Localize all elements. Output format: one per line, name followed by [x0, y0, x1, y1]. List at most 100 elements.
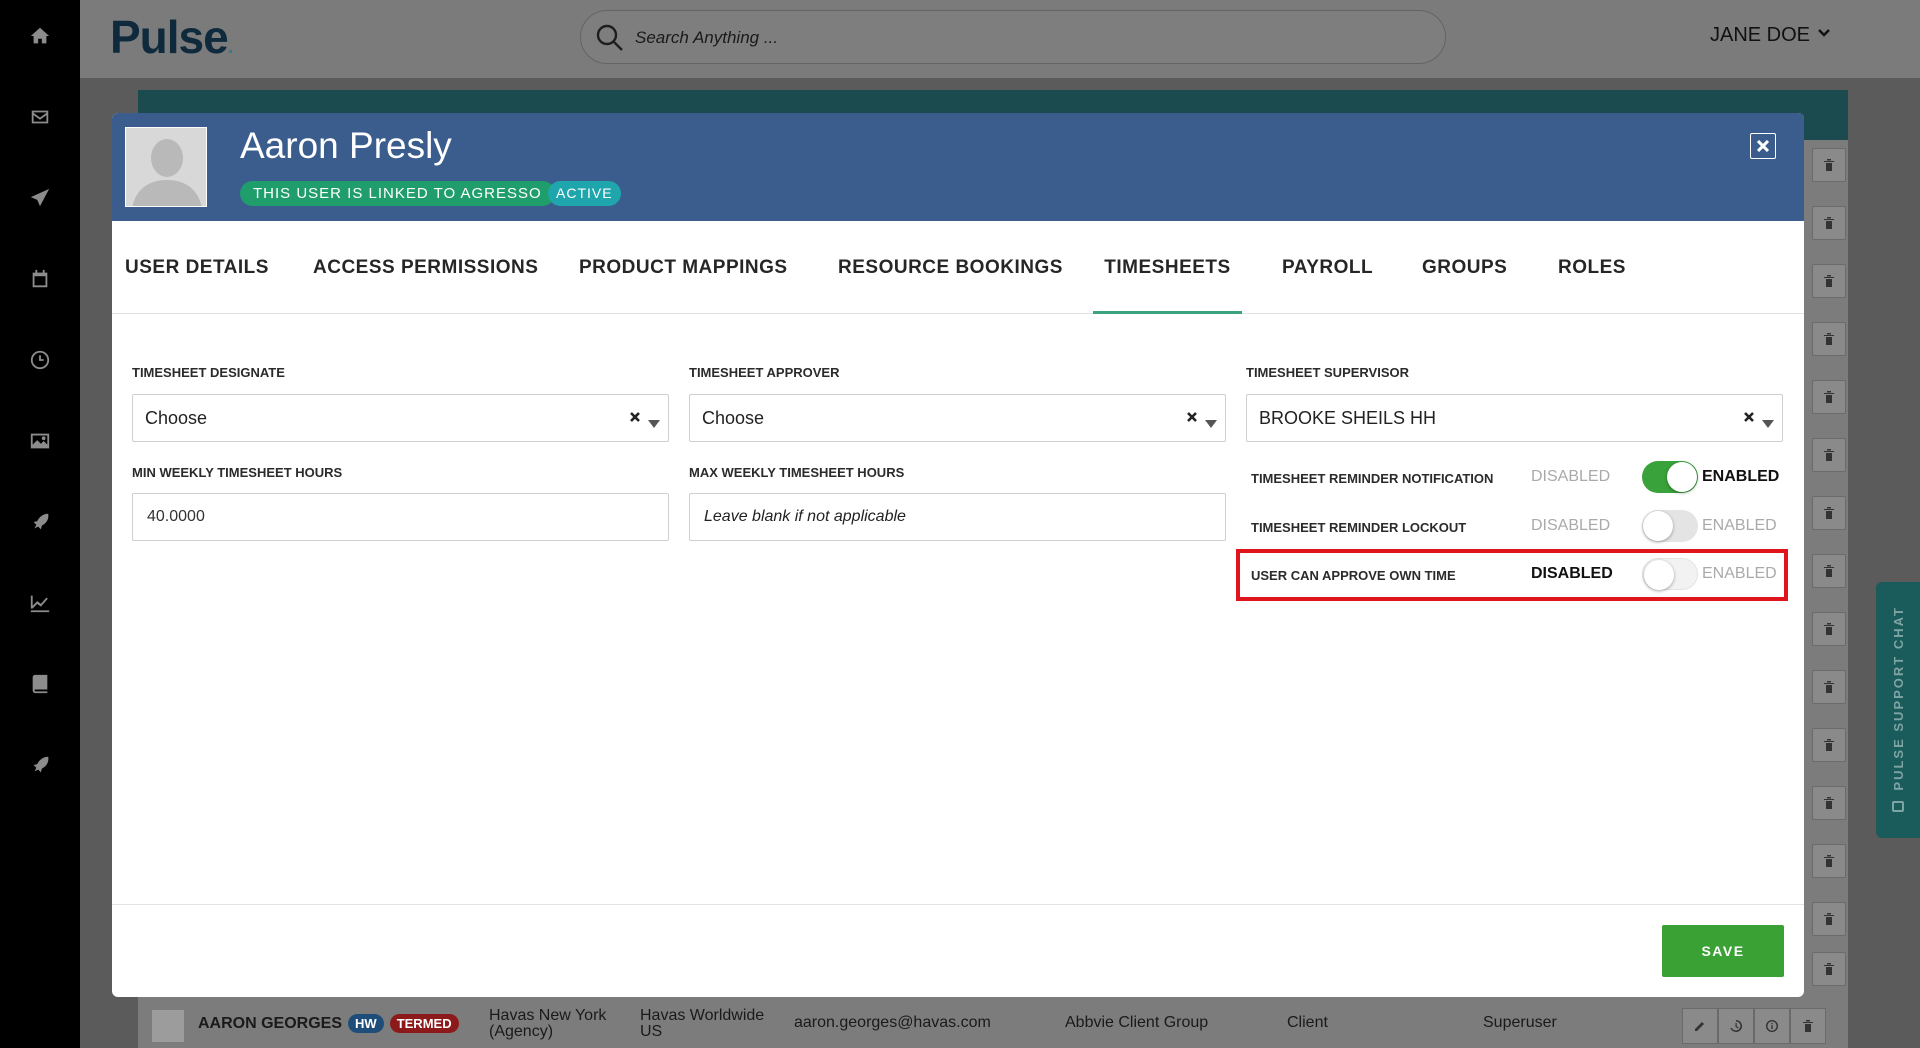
approver-select[interactable]: Choose — [689, 394, 1226, 442]
supervisor-label: TIMESHEET SUPERVISOR — [1246, 365, 1410, 380]
trash-icon[interactable] — [1812, 670, 1846, 704]
side-navigation — [0, 0, 80, 1048]
support-chat-button[interactable]: PULSE SUPPORT CHAT — [1876, 582, 1920, 838]
trash-icon[interactable] — [1812, 844, 1846, 878]
trash-icon[interactable] — [1812, 438, 1846, 472]
user-menu[interactable]: JANE DOE — [1710, 24, 1832, 47]
highlight-annotation-box — [1236, 549, 1788, 601]
tab-bar: USER DETAILS ACCESS PERMISSIONS PRODUCT … — [112, 221, 1804, 314]
image-icon[interactable] — [24, 425, 56, 457]
max-hours-input[interactable] — [689, 493, 1226, 541]
trash-icon[interactable] — [1812, 554, 1846, 588]
caret-down-icon[interactable] — [1205, 415, 1217, 433]
reminder-lockout-toggle[interactable] — [1642, 510, 1698, 542]
search-bar[interactable] — [580, 10, 1446, 64]
supervisor-value: BROOKE SHEILS HH — [1259, 408, 1437, 428]
toggle-row-reminder-lockout: TIMESHEET REMINDER LOCKOUT DISABLED ENAB… — [1251, 507, 1791, 547]
rocket-icon[interactable] — [24, 749, 56, 781]
approver-label: TIMESHEET APPROVER — [689, 365, 840, 380]
min-hours-input[interactable] — [132, 493, 669, 541]
caret-down-icon[interactable] — [648, 415, 660, 433]
tab-payroll[interactable]: PAYROLL — [1282, 221, 1373, 314]
trash-icon[interactable] — [1812, 612, 1846, 646]
status-badge: ACTIVE — [548, 181, 621, 206]
search-input[interactable] — [635, 23, 1335, 53]
row-user-name[interactable]: AARON GEORGES HW TERMED — [198, 1014, 459, 1033]
reminder-notification-label: TIMESHEET REMINDER NOTIFICATION — [1251, 471, 1494, 486]
profile-photo-placeholder — [125, 127, 207, 207]
trash-icon[interactable] — [1812, 902, 1846, 936]
info-icon[interactable] — [1754, 1008, 1790, 1044]
user-profile-modal: Aaron Presly THIS USER IS LINKED TO AGRE… — [112, 113, 1804, 997]
designate-select[interactable]: Choose — [132, 394, 669, 442]
tab-product-mappings[interactable]: PRODUCT MAPPINGS — [579, 221, 788, 314]
history-icon[interactable] — [1718, 1008, 1754, 1044]
trash-icon[interactable] — [1812, 322, 1846, 356]
close-button[interactable] — [1750, 133, 1776, 159]
top-bar: Pulse. JANE DOE — [80, 0, 1920, 78]
pulse-logo[interactable]: Pulse. — [110, 10, 233, 64]
max-hours-label: MAX WEEKLY TIMESHEET HOURS — [689, 465, 905, 480]
trash-icon[interactable] — [1812, 728, 1846, 762]
toggle-row-reminder-notification: TIMESHEET REMINDER NOTIFICATION DISABLED… — [1251, 458, 1791, 498]
footer-divider — [112, 904, 1804, 905]
table-row[interactable]: AARON GEORGES HW TERMED Havas New York (Age… — [138, 1004, 1848, 1048]
trash-icon[interactable] — [1812, 380, 1846, 414]
trash-icon[interactable] — [1790, 1008, 1826, 1044]
toggle-knob — [1667, 462, 1697, 492]
disabled-label: DISABLED — [1531, 468, 1611, 485]
tab-groups[interactable]: GROUPS — [1422, 221, 1507, 314]
row-network: Havas Worldwide US — [640, 1007, 765, 1040]
home-icon[interactable] — [24, 20, 56, 52]
row-user-group: Abbvie Client Group — [1065, 1014, 1209, 1031]
chart-line-icon[interactable] — [24, 587, 56, 619]
mail-icon[interactable] — [24, 101, 56, 133]
trash-icon[interactable] — [1812, 952, 1846, 986]
rocket-icon[interactable] — [24, 506, 56, 538]
designate-label: TIMESHEET DESIGNATE — [132, 365, 285, 380]
disabled-label: DISABLED — [1531, 517, 1611, 534]
clear-icon[interactable] — [630, 409, 640, 427]
avatar — [152, 1010, 184, 1042]
row-user-category: Client — [1287, 1014, 1328, 1031]
trash-icon[interactable] — [1812, 206, 1846, 240]
clear-icon[interactable] — [1744, 409, 1754, 427]
enabled-label: ENABLED — [1702, 517, 1777, 534]
trash-icon[interactable] — [1812, 786, 1846, 820]
clock-icon[interactable] — [24, 344, 56, 376]
tab-timesheets[interactable]: TIMESHEETS — [1093, 221, 1242, 314]
designate-value: Choose — [145, 408, 208, 428]
chat-icon — [1892, 801, 1904, 813]
calendar-icon[interactable] — [24, 263, 56, 295]
tab-access-permissions[interactable]: ACCESS PERMISSIONS — [313, 221, 538, 314]
tab-roles[interactable]: ROLES — [1558, 221, 1626, 314]
edit-icon[interactable] — [1682, 1008, 1718, 1044]
trash-icon[interactable] — [1812, 496, 1846, 530]
approver-value: Choose — [702, 408, 765, 428]
hw-badge: HW — [348, 1014, 384, 1033]
enabled-label: ENABLED — [1702, 468, 1780, 485]
support-chat-label: PULSE SUPPORT CHAT — [1890, 605, 1906, 791]
trash-icon[interactable] — [1812, 264, 1846, 298]
send-icon[interactable] — [24, 182, 56, 214]
caret-down-icon[interactable] — [1762, 415, 1774, 433]
supervisor-select[interactable]: BROOKE SHEILS HH — [1246, 394, 1783, 442]
reminder-notification-toggle[interactable] — [1642, 461, 1698, 493]
reminder-lockout-label: TIMESHEET REMINDER LOCKOUT — [1251, 520, 1467, 535]
min-hours-label: MIN WEEKLY TIMESHEET HOURS — [132, 465, 343, 480]
agresso-linked-badge: THIS USER IS LINKED TO AGRESSO — [240, 181, 555, 206]
tab-user-details[interactable]: USER DETAILS — [125, 221, 269, 314]
tab-resource-bookings[interactable]: RESOURCE BOOKINGS — [838, 221, 1063, 314]
close-icon — [1757, 140, 1769, 152]
row-office: Havas New York (Agency) — [489, 1007, 607, 1040]
row-email: aaron.georges@havas.com — [794, 1014, 991, 1031]
book-icon[interactable] — [24, 668, 56, 700]
toggle-knob — [1643, 511, 1673, 541]
trash-icon[interactable] — [1812, 148, 1846, 182]
search-icon — [595, 23, 625, 58]
save-button[interactable]: SAVE — [1662, 925, 1784, 977]
user-menu-label: JANE DOE — [1710, 24, 1811, 46]
chevron-down-icon — [1816, 24, 1832, 47]
row-access: Superuser — [1483, 1014, 1557, 1031]
clear-icon[interactable] — [1187, 409, 1197, 427]
